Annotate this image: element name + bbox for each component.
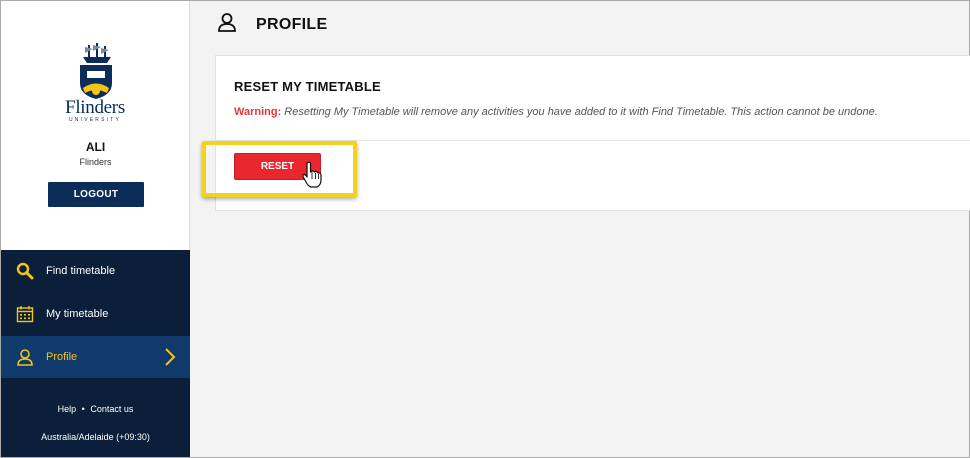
chevron-right-icon (164, 347, 176, 370)
card-title: RESET MY TIMETABLE (234, 79, 381, 94)
sidebar: Flinders UNIVERSITY ALI Flinders LOGOUT … (1, 1, 190, 457)
logo-wordmark: Flinders (65, 97, 125, 118)
warning-label: Warning: (234, 106, 282, 118)
timezone-label: Australia/Adelaide (+09:30) (41, 432, 150, 442)
hand-cursor-icon (302, 161, 322, 188)
warning-text: Resetting My Timetable will remove any a… (281, 106, 878, 118)
help-link[interactable]: Help (58, 404, 77, 414)
sidebar-nav: Find timetable My timetable Profile (1, 250, 190, 457)
sidebar-item-find-timetable[interactable]: Find timetable (1, 250, 190, 292)
calendar-icon (15, 304, 35, 324)
sidebar-item-my-timetable[interactable]: My timetable (1, 293, 190, 335)
separator: • (81, 404, 85, 414)
help-links: Help • Contact us (1, 404, 190, 414)
sidebar-item-label: My timetable (46, 308, 109, 320)
page-title: PROFILE (256, 15, 328, 33)
sidebar-item-label: Profile (46, 351, 78, 363)
user-name: ALI (85, 140, 106, 154)
search-icon (15, 261, 35, 281)
contact-us-link[interactable]: Contact us (90, 404, 133, 414)
user-institution: Flinders (79, 157, 112, 167)
logout-button[interactable]: LOGOUT (48, 182, 144, 207)
sidebar-item-label: Find timetable (46, 265, 116, 277)
warning-message: Warning: Resetting My Timetable will rem… (234, 106, 878, 118)
logo-subtitle: UNIVERSITY (68, 117, 121, 123)
user-icon (15, 347, 35, 367)
sidebar-item-profile[interactable]: Profile (1, 336, 190, 378)
user-icon (217, 12, 237, 37)
page-header: PROFILE (217, 12, 327, 37)
